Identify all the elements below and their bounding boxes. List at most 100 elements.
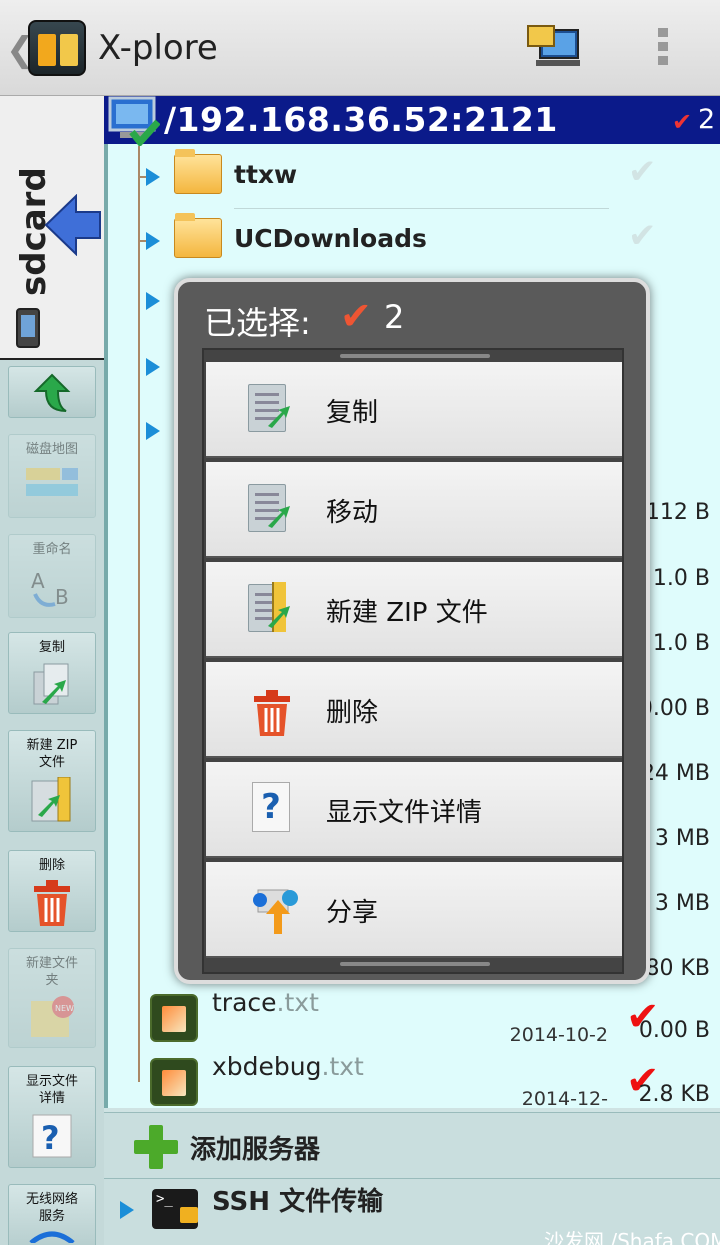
file-size: 1.0 B [652,566,710,591]
selection-count: 2 [698,104,716,135]
menu-item-label: 显示文件详情 [326,798,483,828]
dialog-selected-count: 2 [384,298,405,336]
ssh-transfer-row[interactable]: >_ SSH 文件传输 沙发网 /Shafa.COM [104,1178,720,1245]
expand-arrow-icon[interactable] [146,168,160,186]
file-name: trace.txt [212,988,319,1017]
selection-action-dialog: 已选择: ✔ 2 复制 移动 新建 ZIP 文件 删除 ? 显示文件详情 分享 [174,278,650,984]
add-server-row[interactable]: 添加服务器 [104,1112,720,1178]
green-arrow-icon [268,406,290,428]
screen-share-icon[interactable] [526,24,580,70]
sidebar-button-label: 新建 ZIP 文件 [26,738,78,770]
share-icon [244,882,298,938]
sidebar-button-copy[interactable]: 复制 [8,632,96,714]
file-size: 3 MB [654,826,710,851]
file-name: xbdebug.txt [212,1052,364,1081]
sidebar-button-up[interactable] [8,366,96,418]
file-extension: .txt [276,988,319,1017]
up-arrow-icon [33,373,71,412]
file-basename: xbdebug [212,1052,322,1081]
storage-tab-sdcard[interactable]: sdcard [0,96,104,360]
file-size: 24 MB [640,761,710,786]
add-server-label: 添加服务器 [190,1135,321,1165]
plus-icon [134,1125,178,1169]
expand-arrow-icon[interactable] [146,232,160,250]
watermark-text: 沙发网 /Shafa.COM [544,1229,720,1245]
sidebar-button-delete[interactable]: 删除 [8,850,96,932]
rename-icon: A B [31,569,69,609]
trash-icon [244,682,298,738]
sidebar-button-disk-map[interactable]: 磁盘地图 [8,434,96,518]
overflow-menu-icon[interactable] [656,28,670,70]
app-title: X-plore [98,28,218,68]
text-file-icon [150,1058,198,1106]
scroll-grip [340,962,490,966]
list-item-file[interactable]: xbdebug.txt 2014-12-27 ✔ 2.8 KB [140,1052,720,1132]
svg-text:NEW: NEW [55,1004,74,1013]
file-size: 80 KB [645,956,710,981]
current-path: /192.168.36.52:2121 [164,100,558,139]
file-extension: .txt [321,1052,364,1081]
dialog-title: 已选择: [204,304,311,342]
menu-item-details[interactable]: ? 显示文件详情 [206,762,622,858]
menu-item-copy[interactable]: 复制 [206,362,622,458]
menu-item-new-zip[interactable]: 新建 ZIP 文件 [206,562,622,658]
trash-icon [34,880,70,926]
green-arrow-icon [268,606,290,628]
selection-check-icon: ✔ [672,108,693,136]
sidebar-button-label: 重命名 [32,542,72,557]
menu-item-label: 复制 [326,398,379,428]
menu-item-label: 分享 [326,898,379,928]
details-icon: ? [32,1114,72,1158]
copy-icon [33,663,69,705]
menu-item-label: 移动 [326,498,379,528]
selected-check-icon: ✔ [340,294,372,338]
file-size: 112 B [645,500,710,525]
unselected-check-icon[interactable]: ✔ [628,216,657,256]
sidebar-button-wifi-server[interactable]: 无线网络 服务 [8,1184,96,1245]
sidebar-button-details[interactable]: 显示文件 详情 ? [8,1066,96,1168]
expand-arrow-icon[interactable] [146,422,160,440]
phone-storage-icon [16,308,40,348]
x-plore-logo-icon[interactable] [28,20,86,76]
sidebar-button-rename[interactable]: 重命名 A B [8,534,96,618]
file-size: 1.0 B [652,631,710,656]
unselected-check-icon[interactable]: ✔ [628,152,657,192]
menu-item-label: 新建 ZIP 文件 [326,598,488,628]
zip-icon [31,777,71,822]
menu-item-label: 删除 [326,698,379,728]
ssh-label: SSH 文件传输 [212,1187,384,1217]
sidebar-button-label: 复制 [38,640,65,655]
sidebar-button-label: 删除 [38,858,65,873]
disk-map-icon [26,468,78,496]
network-computer-icon [108,96,160,146]
expand-arrow-icon[interactable] [120,1201,134,1219]
text-file-icon [150,994,198,1042]
zip-icon [244,582,298,638]
file-size: 0.00 B [638,1018,710,1043]
scroll-grip [340,354,490,358]
menu-item-delete[interactable]: 删除 [206,662,622,758]
sidebar-button-label: 无线网络 服务 [25,1192,78,1224]
expand-arrow-icon[interactable] [146,292,160,310]
file-date: 2014-10-2 [509,1024,608,1046]
file-size: 3 MB [654,891,710,916]
active-pane-arrow-icon [44,194,101,256]
app-bar: ❮ X-plore [0,0,720,96]
sidebar-button-new-folder[interactable]: 新建文件 夹 NEW [8,948,96,1048]
green-arrow-icon [268,506,290,528]
lock-icon [180,1207,198,1223]
menu-item-move[interactable]: 移动 [206,462,622,558]
sidebar-button-new-zip[interactable]: 新建 ZIP 文件 [8,730,96,832]
expand-arrow-icon[interactable] [146,358,160,376]
svg-text:A: A [31,569,45,593]
move-icon [244,482,298,538]
divider [234,208,609,209]
folder-icon [174,149,222,194]
list-item-file[interactable]: trace.txt 2014-10-2 ✔ 0.00 B [140,988,720,1054]
dialog-action-list[interactable]: 复制 移动 新建 ZIP 文件 删除 ? 显示文件详情 分享 [202,348,624,974]
folder-name: ttxw [234,160,298,189]
svg-text:?: ? [41,1119,60,1157]
details-icon: ? [244,782,298,838]
menu-item-share[interactable]: 分享 [206,862,622,958]
folder-name: UCDownloads [234,224,427,253]
